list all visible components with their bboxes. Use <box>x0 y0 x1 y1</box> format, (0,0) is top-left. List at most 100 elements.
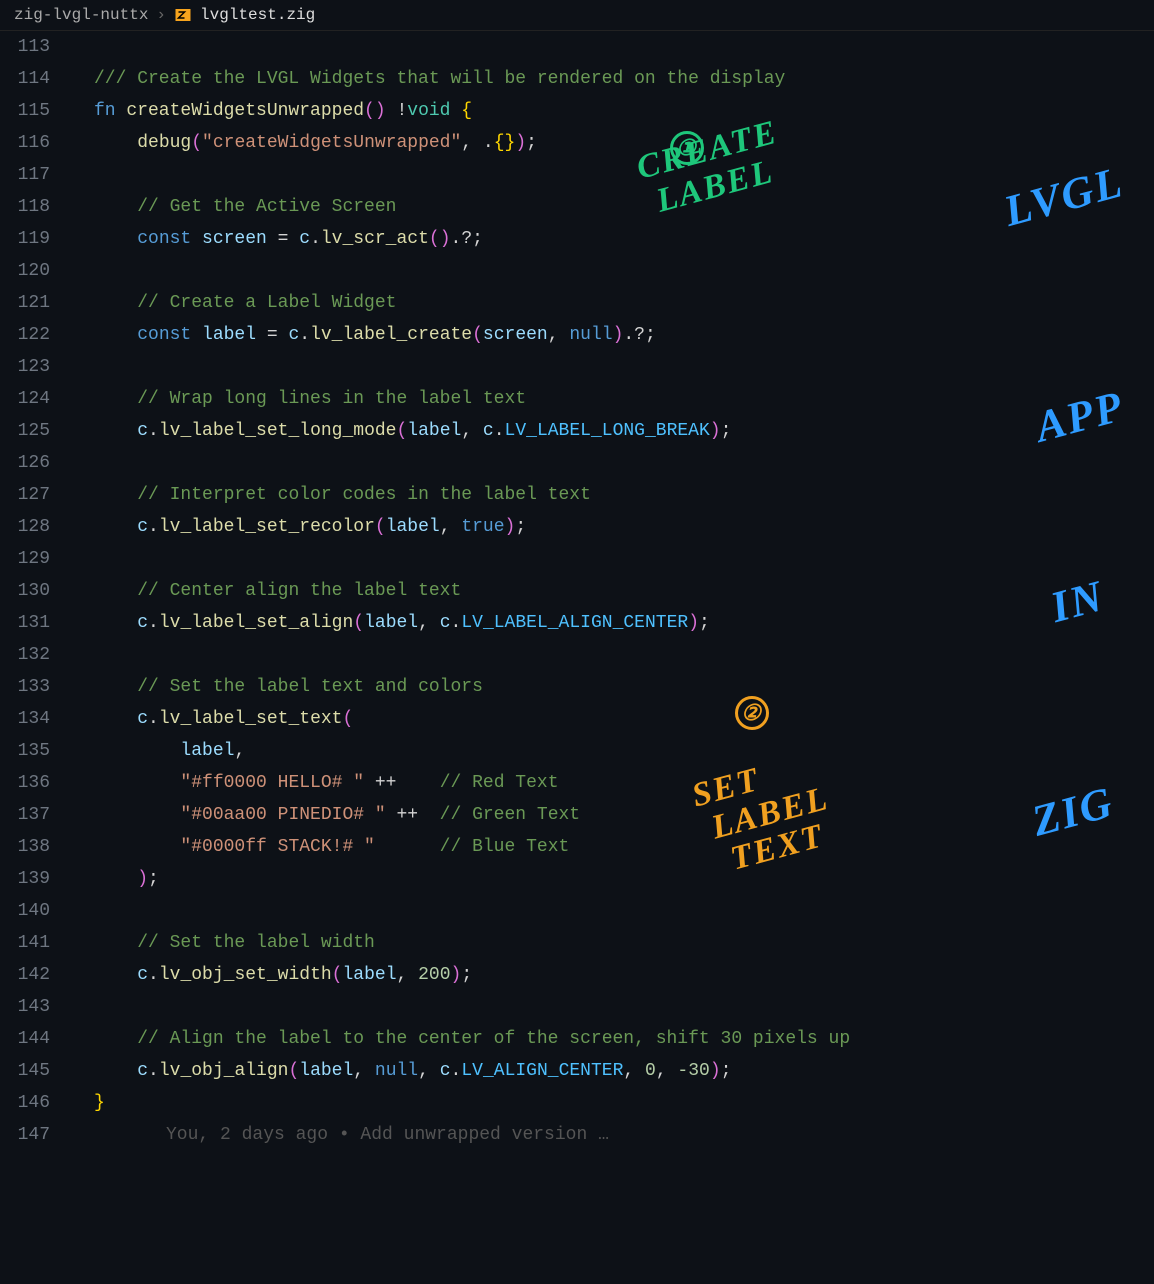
code-line[interactable]: 132 <box>0 639 1154 671</box>
token-punc: . <box>148 709 159 729</box>
code-line[interactable]: 119 const screen = c.lv_scr_act().?; <box>0 223 1154 255</box>
token-punc: . <box>451 1061 462 1081</box>
code-content[interactable]: ); <box>74 863 1154 895</box>
token-paren: ( <box>342 709 353 729</box>
code-content[interactable]: "#0000ff STACK!# " // Blue Text <box>74 831 1154 863</box>
code-content[interactable]: c.lv_label_set_text( <box>74 703 1154 735</box>
code-line[interactable]: 115fn createWidgetsUnwrapped() !void { <box>0 95 1154 127</box>
token-punc <box>94 421 137 441</box>
line-number: 115 <box>0 95 70 127</box>
code-content[interactable]: label, <box>74 735 1154 767</box>
line-number: 132 <box>0 639 70 671</box>
token-comment: // Create a Label Widget <box>137 293 396 313</box>
token-string: "createWidgetsUnwrapped" <box>202 133 461 153</box>
code-line[interactable]: 113 <box>0 31 1154 63</box>
code-content[interactable]: // Set the label text and colors <box>74 671 1154 703</box>
code-content[interactable]: c.lv_obj_set_width(label, 200); <box>74 959 1154 991</box>
token-punc: . <box>148 517 159 537</box>
token-var: c <box>440 1061 451 1081</box>
token-var: label <box>407 421 461 441</box>
token-punc <box>94 1061 137 1081</box>
code-content[interactable]: // Align the label to the center of the … <box>74 1023 1154 1055</box>
code-content[interactable]: c.lv_obj_align(label, null, c.LV_ALIGN_C… <box>74 1055 1154 1087</box>
code-line[interactable]: 141 // Set the label width <box>0 927 1154 959</box>
token-keyword: fn <box>94 101 126 121</box>
code-line[interactable]: 147You, 2 days ago • Add unwrapped versi… <box>0 1119 1154 1151</box>
code-line[interactable]: 130 // Center align the label text <box>0 575 1154 607</box>
code-line[interactable]: 136 "#ff0000 HELLO# " ++ // Red Text <box>0 767 1154 799</box>
token-punc: = <box>267 229 299 249</box>
token-punc <box>94 1029 137 1049</box>
code-line[interactable]: 145 c.lv_obj_align(label, null, c.LV_ALI… <box>0 1055 1154 1087</box>
code-content[interactable]: // Center align the label text <box>74 575 1154 607</box>
code-line[interactable]: 124 // Wrap long lines in the label text <box>0 383 1154 415</box>
code-content[interactable]: fn createWidgetsUnwrapped() !void { <box>74 95 1154 127</box>
code-line[interactable]: 121 // Create a Label Widget <box>0 287 1154 319</box>
code-line[interactable]: 114/// Create the LVGL Widgets that will… <box>0 63 1154 95</box>
code-line[interactable]: 116 debug("createWidgetsUnwrapped", .{})… <box>0 127 1154 159</box>
line-number: 114 <box>0 63 70 95</box>
code-content[interactable]: // Create a Label Widget <box>74 287 1154 319</box>
code-line[interactable]: 129 <box>0 543 1154 575</box>
code-content[interactable]: c.lv_label_set_long_mode(label, c.LV_LAB… <box>74 415 1154 447</box>
code-line[interactable]: 127 // Interpret color codes in the labe… <box>0 479 1154 511</box>
code-line[interactable]: 118 // Get the Active Screen <box>0 191 1154 223</box>
code-line[interactable]: 146} <box>0 1087 1154 1119</box>
code-line[interactable]: 126 <box>0 447 1154 479</box>
token-string: "#00aa00 PINEDIO# " <box>180 805 385 825</box>
code-line[interactable]: 128 c.lv_label_set_recolor(label, true); <box>0 511 1154 543</box>
breadcrumb-folder[interactable]: zig-lvgl-nuttx <box>14 6 148 24</box>
code-line[interactable]: 144 // Align the label to the center of … <box>0 1023 1154 1055</box>
code-content[interactable]: debug("createWidgetsUnwrapped", .{}); <box>74 127 1154 159</box>
token-paren: ( <box>288 1061 299 1081</box>
line-number: 147 <box>0 1119 70 1151</box>
code-line[interactable]: 117 <box>0 159 1154 191</box>
code-editor[interactable]: 113114/// Create the LVGL Widgets that w… <box>0 31 1154 1151</box>
code-line[interactable]: 133 // Set the label text and colors <box>0 671 1154 703</box>
code-line[interactable]: 135 label, <box>0 735 1154 767</box>
token-punc: , <box>234 741 245 761</box>
code-line[interactable]: 131 c.lv_label_set_align(label, c.LV_LAB… <box>0 607 1154 639</box>
breadcrumb-file[interactable]: lvgltest.zig <box>200 6 315 24</box>
code-content[interactable]: // Interpret color codes in the label te… <box>74 479 1154 511</box>
line-number: 120 <box>0 255 70 287</box>
code-line[interactable]: 140 <box>0 895 1154 927</box>
code-content[interactable]: // Set the label width <box>74 927 1154 959</box>
code-line[interactable]: 137 "#00aa00 PINEDIO# " ++ // Green Text <box>0 799 1154 831</box>
code-line[interactable]: 120 <box>0 255 1154 287</box>
code-content[interactable]: // Get the Active Screen <box>74 191 1154 223</box>
code-content[interactable]: const screen = c.lv_scr_act().?; <box>74 223 1154 255</box>
token-var: c <box>137 517 148 537</box>
code-content[interactable]: const label = c.lv_label_create(screen, … <box>74 319 1154 351</box>
code-line[interactable]: 122 const label = c.lv_label_create(scre… <box>0 319 1154 351</box>
code-line[interactable]: 139 ); <box>0 863 1154 895</box>
token-punc: . <box>148 1061 159 1081</box>
code-line[interactable]: 123 <box>0 351 1154 383</box>
line-number: 126 <box>0 447 70 479</box>
code-line[interactable]: 143 <box>0 991 1154 1023</box>
code-line[interactable]: 125 c.lv_label_set_long_mode(label, c.LV… <box>0 415 1154 447</box>
code-content[interactable]: } <box>74 1087 1154 1119</box>
token-punc: . <box>148 613 159 633</box>
code-content[interactable]: You, 2 days ago • Add unwrapped version … <box>74 1119 1154 1151</box>
token-punc: , <box>418 613 440 633</box>
code-line[interactable]: 138 "#0000ff STACK!# " // Blue Text <box>0 831 1154 863</box>
code-content[interactable]: "#00aa00 PINEDIO# " ++ // Green Text <box>74 799 1154 831</box>
code-line[interactable]: 134 c.lv_label_set_text( <box>0 703 1154 735</box>
breadcrumb[interactable]: zig-lvgl-nuttx › lvgltest.zig <box>0 0 1154 31</box>
token-paren: ) <box>613 325 624 345</box>
token-punc: . <box>299 325 310 345</box>
token-brace: {} <box>494 133 516 153</box>
token-punc <box>94 389 137 409</box>
code-content[interactable]: // Wrap long lines in the label text <box>74 383 1154 415</box>
token-punc: , <box>548 325 570 345</box>
code-content[interactable]: "#ff0000 HELLO# " ++ // Red Text <box>74 767 1154 799</box>
code-content[interactable]: c.lv_label_set_recolor(label, true); <box>74 511 1154 543</box>
code-content[interactable]: /// Create the LVGL Widgets that will be… <box>74 63 1154 95</box>
token-string: "#0000ff STACK!# " <box>180 837 374 857</box>
line-number: 113 <box>0 31 70 63</box>
token-punc: = <box>256 325 288 345</box>
token-punc: , <box>353 1061 375 1081</box>
code-content[interactable]: c.lv_label_set_align(label, c.LV_LABEL_A… <box>74 607 1154 639</box>
code-line[interactable]: 142 c.lv_obj_set_width(label, 200); <box>0 959 1154 991</box>
